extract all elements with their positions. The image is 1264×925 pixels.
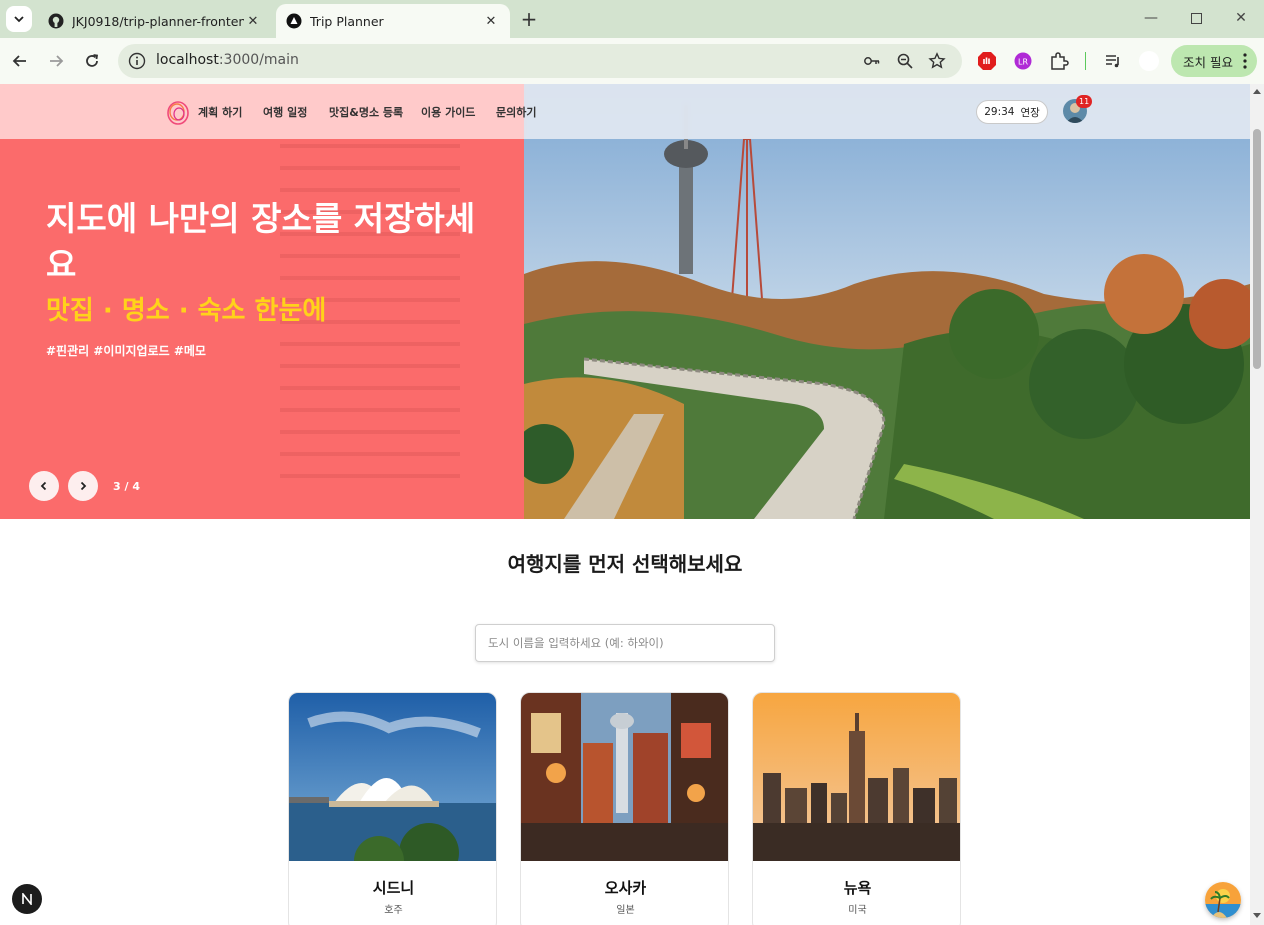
nav-contact[interactable]: 문의하기 [496,104,536,120]
chevron-right-icon [80,481,87,491]
tab-search-button[interactable] [6,6,32,32]
nextjs-n-icon [22,893,32,905]
city-search-input[interactable] [475,624,775,662]
svg-text:LR: LR [1018,58,1028,67]
extend-label: 연장 [1020,106,1040,119]
nav-guide[interactable]: 이용 가이드 [421,104,475,120]
browser-tab-strip: JKJ0918/trip-planner-frontend ✕ Trip Pla… [0,0,1264,38]
profile-avatar[interactable] [1139,51,1159,71]
tab-title: Trip Planner [310,13,384,29]
nextjs-dev-indicator[interactable] [12,884,42,914]
nav-plan[interactable]: 계획 하기 [198,104,242,120]
extensions-puzzle-icon[interactable] [1049,51,1069,71]
tab-github[interactable]: JKJ0918/trip-planner-frontend ✕ [38,4,272,38]
browser-toolbar: localhost:3000/main LR 조치 필요 [0,38,1264,84]
back-icon[interactable] [8,49,32,73]
carousel-prev-button[interactable] [29,471,59,501]
action-label: 조치 필요 [1183,54,1233,70]
city-name: 뉴욕 [843,879,872,897]
url-text: localhost:3000/main [156,52,299,68]
city-card-new-york[interactable]: 뉴욕 미국 [752,692,961,925]
minimize-icon[interactable]: — [1136,6,1166,30]
forward-icon[interactable] [44,49,68,73]
window-close-icon[interactable]: ✕ [1226,6,1256,30]
city-name: 시드니 [372,879,415,897]
close-icon[interactable]: ✕ [482,12,500,30]
city-image-new-york [753,693,960,861]
city-country: 호주 [384,905,403,916]
page-scrollbar[interactable] [1250,84,1264,925]
hero-title: 지도에 나만의 장소를 저장하세요 [46,199,476,284]
media-queue-icon[interactable] [1103,51,1123,71]
city-card-osaka[interactable]: 오사카 일본 [520,692,729,925]
scroll-down-icon[interactable] [1252,912,1262,920]
reload-icon[interactable] [80,49,104,73]
hero-tags: #핀관리 #이미지업로드 #메모 [46,344,206,358]
adblock-extension-icon[interactable] [977,51,997,71]
hero-subtitle: 맛집 · 명소 · 숙소 한눈에 [46,296,327,326]
city-card-sydney[interactable]: 시드니 호주 [288,692,497,925]
more-menu-icon[interactable] [1243,53,1247,69]
site-header: 계획 하기 여행 일정 맛집&명소 등록 이용 가이드 문의하기 29:34 연… [0,84,1250,139]
notification-badge: 11 [1076,95,1093,108]
tab-trip-planner[interactable]: Trip Planner ✕ [276,4,510,38]
travel-assistant-button[interactable] [1205,882,1241,918]
city-image-sydney [289,693,496,861]
scrollbar-thumb[interactable] [1253,129,1261,369]
github-icon [48,13,64,29]
zoom-icon[interactable] [896,52,914,70]
page-content: 지도에 나만의 장소를 저장하세요 맛집 · 명소 · 숙소 한눈에 #핀관리 … [0,84,1250,925]
password-key-icon[interactable] [863,52,881,70]
tab-title: JKJ0918/trip-planner-frontend [72,13,244,29]
carousel-next-button[interactable] [68,471,98,501]
hero-carousel: 지도에 나만의 장소를 저장하세요 맛집 · 명소 · 숙소 한눈에 #핀관리 … [0,84,1250,519]
nav-schedule[interactable]: 여행 일정 [263,104,307,120]
section-title: 여행지를 먼저 선택해보세요 [507,552,743,576]
scroll-up-icon[interactable] [1252,87,1262,95]
city-country: 일본 [616,905,635,916]
chevron-left-icon [40,481,47,491]
lr-extension-icon[interactable]: LR [1013,51,1033,71]
address-bar[interactable]: localhost:3000/main [118,44,962,78]
bookmark-star-icon[interactable] [928,52,946,70]
chevron-down-icon [14,16,24,23]
palm-beach-icon [1205,882,1241,918]
toolbar-divider [1085,52,1086,70]
new-tab-button[interactable]: + [518,7,540,31]
city-image-osaka [521,693,728,861]
close-icon[interactable]: ✕ [244,12,262,30]
carousel-counter: 3 / 4 [113,480,140,493]
action-required-button[interactable]: 조치 필요 [1171,45,1257,77]
nextjs-triangle-icon [286,13,302,29]
city-name: 오사카 [604,879,647,897]
site-logo[interactable] [164,97,192,127]
session-timer-button[interactable]: 29:34 연장 [976,100,1048,124]
site-info-icon[interactable] [128,52,146,70]
nav-register-places[interactable]: 맛집&명소 등록 [329,104,403,120]
maximize-icon[interactable] [1181,6,1211,30]
city-country: 미국 [848,905,867,916]
session-timer: 29:34 [984,106,1015,118]
hero-image-seoul-fortress [524,84,1250,519]
hero-text-panel: 지도에 나만의 장소를 저장하세요 맛집 · 명소 · 숙소 한눈에 #핀관리 … [0,84,524,519]
